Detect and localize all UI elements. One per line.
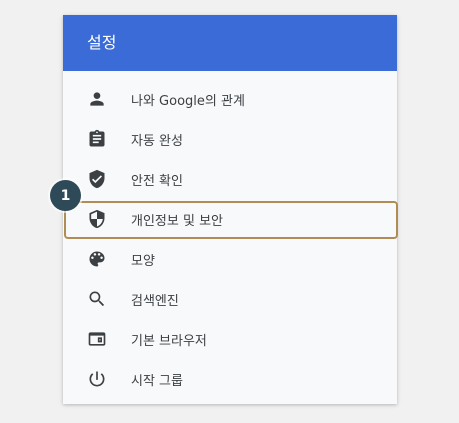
menu-item-label: 자동 완성	[131, 133, 183, 149]
menu-item-label: 검색엔진	[131, 293, 179, 309]
menu-item-safety-check[interactable]: 안전 확인	[63, 159, 397, 199]
menu-item-autofill[interactable]: 자동 완성	[63, 119, 397, 159]
settings-menu: 나와 Google의 관계 자동 완성 안전 확인 개인정보 및 보안 모양 검…	[63, 79, 398, 399]
menu-item-label: 나와 Google의 관계	[131, 93, 245, 109]
settings-panel: 설정 나와 Google의 관계 자동 완성 안전 확인 개인정보 및 보안 모…	[63, 15, 398, 404]
menu-item-label: 기본 브라우저	[131, 333, 207, 349]
search-icon	[87, 289, 107, 309]
menu-item-label: 시작 그룹	[131, 373, 183, 389]
menu-item-default-browser[interactable]: 기본 브라우저	[63, 319, 397, 359]
menu-item-label: 개인정보 및 보안	[131, 213, 223, 229]
power-icon	[87, 369, 107, 389]
clipboard-icon	[87, 129, 107, 149]
menu-item-label: 안전 확인	[131, 173, 183, 189]
menu-item-search-engine[interactable]: 검색엔진	[63, 279, 397, 319]
menu-item-on-startup[interactable]: 시작 그룹	[63, 359, 397, 399]
menu-item-privacy-security[interactable]: 개인정보 및 보안	[63, 199, 398, 239]
person-icon	[87, 89, 107, 109]
palette-icon	[87, 249, 107, 269]
browser-window-icon	[87, 329, 107, 349]
settings-header: 설정	[63, 15, 397, 71]
step-number: 1	[60, 187, 71, 204]
shield-check-icon	[87, 169, 107, 189]
menu-item-you-and-google[interactable]: 나와 Google의 관계	[63, 79, 397, 119]
step-badge: 1	[50, 180, 81, 211]
shield-half-icon	[87, 209, 107, 229]
menu-item-label: 모양	[131, 253, 155, 269]
menu-item-appearance[interactable]: 모양	[63, 239, 397, 279]
settings-title: 설정	[87, 33, 117, 52]
